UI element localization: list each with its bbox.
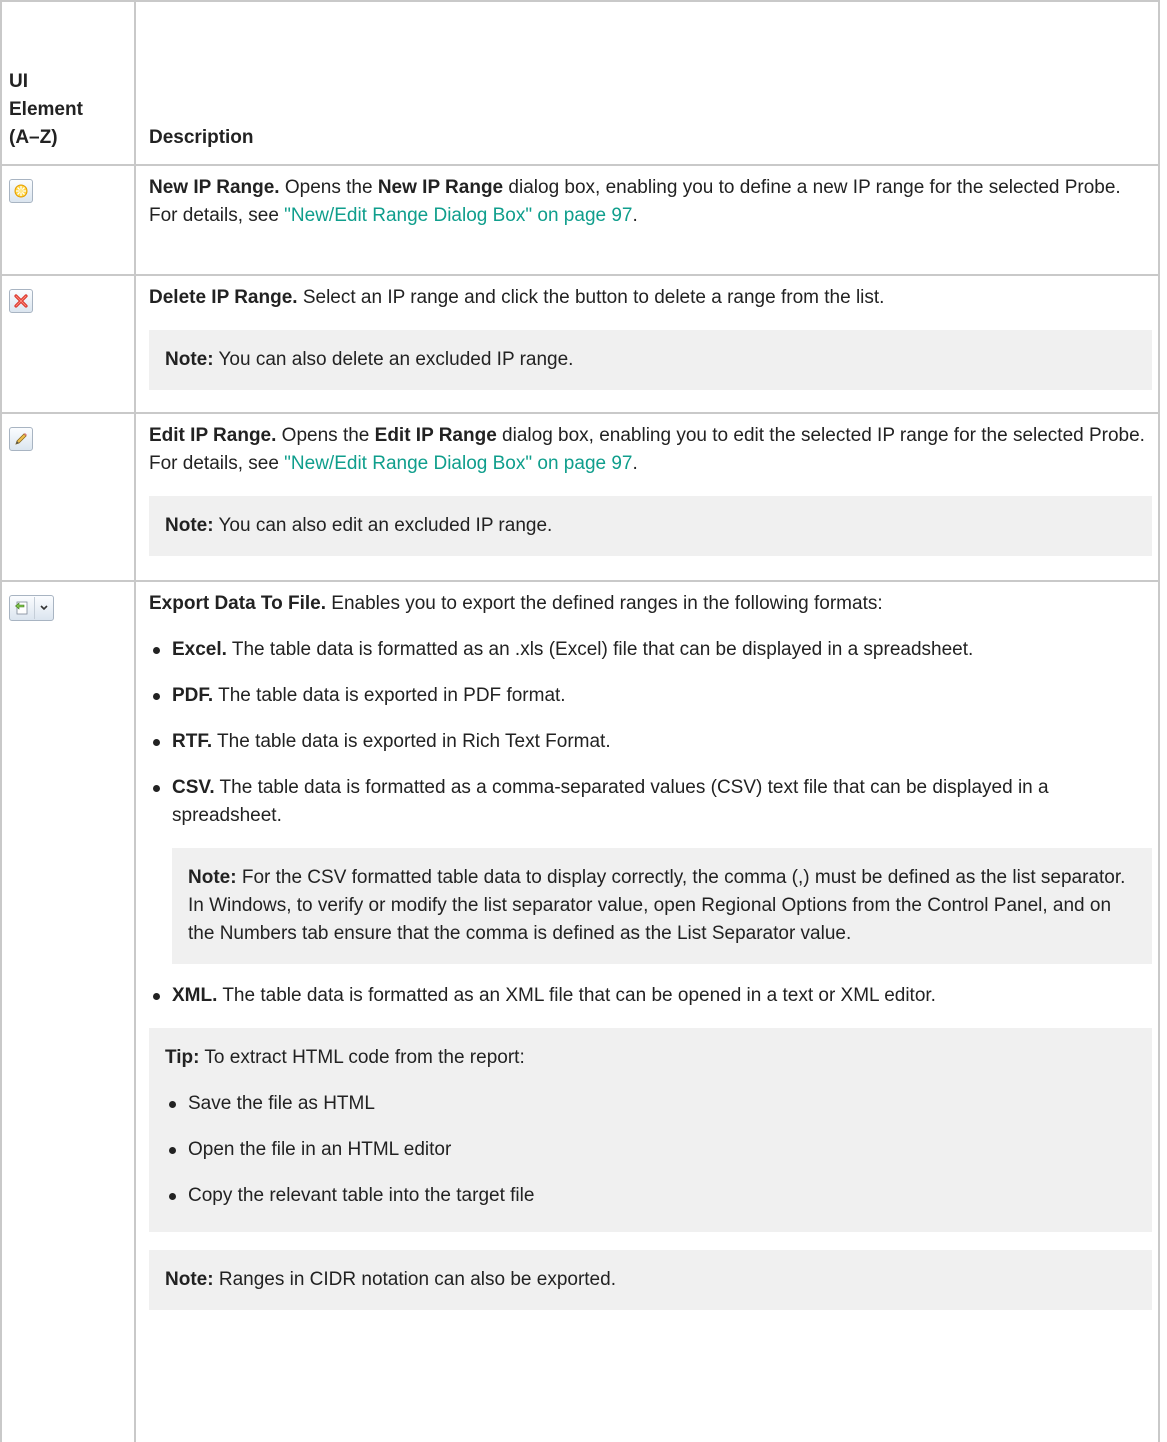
list-item: Excel. The table data is formatted as an…	[149, 636, 1152, 664]
header-ui-element: UI Element (A–Z)	[2, 2, 136, 164]
new-ip-range-description: New IP Range. Opens the New IP Range dia…	[149, 177, 1121, 226]
edit-ip-range-description: Edit IP Range. Opens the Edit IP Range d…	[149, 425, 1145, 474]
tip-steps-list: Save the file as HTML Open the file in a…	[165, 1090, 1138, 1210]
ui-element-table: UI Element (A–Z) Description New IP Rang…	[0, 0, 1160, 1442]
table-row-export-data: Export Data To File. Enables you to expo…	[2, 582, 1158, 1442]
export-icon[interactable]	[10, 597, 34, 619]
list-item: RTF. The table data is exported in Rich …	[149, 728, 1152, 756]
new-edit-range-link[interactable]: "New/Edit Range Dialog Box" on page 97	[284, 453, 632, 474]
delete-x-icon[interactable]	[9, 289, 33, 313]
table-row-delete-ip-range: Delete IP Range. Select an IP range and …	[2, 276, 1158, 414]
list-item: CSV. The table data is formatted as a co…	[149, 774, 1152, 830]
export-formats-list: Excel. The table data is formatted as an…	[149, 636, 1152, 830]
edit-note: Note: You can also edit an excluded IP r…	[149, 496, 1152, 556]
table-header-row: UI Element (A–Z) Description	[2, 0, 1158, 166]
export-data-description: Export Data To File. Enables you to expo…	[149, 593, 883, 614]
new-edit-range-link[interactable]: "New/Edit Range Dialog Box" on page 97	[284, 205, 632, 226]
cidr-note: Note: Ranges in CIDR notation can also b…	[149, 1250, 1152, 1310]
chevron-down-icon[interactable]	[34, 597, 53, 619]
pencil-edit-icon[interactable]	[9, 427, 33, 451]
list-item: Open the file in an HTML editor	[165, 1136, 1138, 1164]
header-description: Description	[149, 127, 254, 148]
list-item: PDF. The table data is exported in PDF f…	[149, 682, 1152, 710]
tip-box: Tip: To extract HTML code from the repor…	[149, 1028, 1152, 1232]
list-item: Save the file as HTML	[165, 1090, 1138, 1118]
list-item: Copy the relevant table into the target …	[165, 1182, 1138, 1210]
export-split-button[interactable]	[9, 595, 54, 621]
delete-note: Note: You can also delete an excluded IP…	[149, 330, 1152, 390]
table-row-edit-ip-range: Edit IP Range. Opens the Edit IP Range d…	[2, 414, 1158, 582]
table-row-new-ip-range: New IP Range. Opens the New IP Range dia…	[2, 166, 1158, 276]
list-item: XML. The table data is formatted as an X…	[149, 982, 1152, 1010]
csv-note: Note: For the CSV formatted table data t…	[172, 848, 1152, 964]
delete-ip-range-description: Delete IP Range. Select an IP range and …	[149, 287, 885, 308]
new-star-icon[interactable]	[9, 179, 33, 203]
